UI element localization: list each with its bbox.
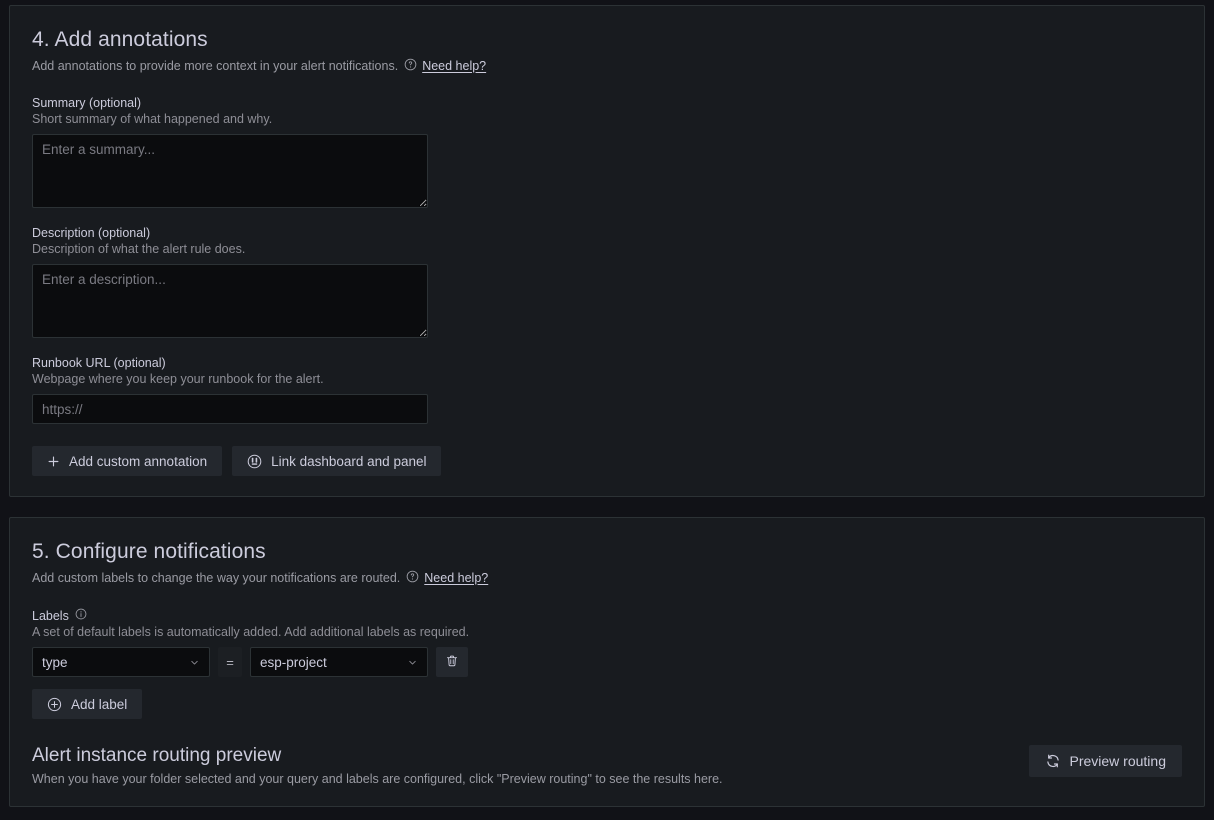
labels-title: Labels bbox=[32, 608, 69, 623]
add-label-label: Add label bbox=[71, 696, 128, 712]
add-label-button[interactable]: Add label bbox=[32, 689, 143, 719]
runbook-url-description: Webpage where you keep your runbook for … bbox=[32, 372, 324, 386]
add-annotations-panel: 4. Add annotations Add annotations to pr… bbox=[9, 5, 1205, 497]
preview-routing-button[interactable]: Preview routing bbox=[1028, 745, 1182, 777]
annotations-need-help-label: Need help? bbox=[422, 59, 487, 73]
routing-preview-description: When you have your folder selected and y… bbox=[32, 772, 723, 786]
label-value-value: esp-project bbox=[260, 654, 327, 670]
question-circle-icon bbox=[404, 58, 417, 74]
alert-rule-form-page: 4. Add annotations Add annotations to pr… bbox=[0, 0, 1214, 820]
add-custom-annotation-label: Add custom annotation bbox=[69, 453, 208, 469]
annotations-section-subtitle: Add annotations to provide more context … bbox=[32, 58, 1182, 74]
add-custom-annotation-button[interactable]: Add custom annotation bbox=[32, 446, 223, 476]
description-field-block: Description (optional) Description of wh… bbox=[32, 226, 1182, 338]
delete-label-button[interactable] bbox=[436, 647, 468, 677]
runbook-url-field-block: Runbook URL (optional) Webpage where you… bbox=[32, 356, 1182, 424]
trash-icon bbox=[445, 654, 459, 671]
notifications-need-help-link[interactable]: Need help? bbox=[406, 570, 488, 586]
configure-notifications-panel: 5. Configure notifications Add custom la… bbox=[9, 517, 1205, 807]
plus-icon bbox=[47, 455, 60, 468]
runbook-url-input[interactable] bbox=[32, 394, 428, 424]
annotations-need-help-link[interactable]: Need help? bbox=[404, 58, 486, 74]
runbook-url-label: Runbook URL (optional) bbox=[32, 356, 166, 370]
notifications-subtitle-text: Add custom labels to change the way your… bbox=[32, 571, 401, 585]
label-row: type = esp-project bbox=[32, 647, 1182, 677]
notifications-section-subtitle: Add custom labels to change the way your… bbox=[32, 570, 1182, 586]
info-circle-icon[interactable] bbox=[75, 608, 87, 623]
annotations-button-row: Add custom annotation Link dashboard and… bbox=[32, 446, 1182, 476]
link-dashboard-and-panel-label: Link dashboard and panel bbox=[271, 453, 427, 469]
routing-preview-header: Alert instance routing preview When you … bbox=[32, 745, 1182, 786]
apps-circle-icon bbox=[247, 454, 262, 469]
summary-field-block: Summary (optional) Short summary of what… bbox=[32, 96, 1182, 208]
label-value-select[interactable]: esp-project bbox=[250, 647, 428, 677]
summary-label: Summary (optional) bbox=[32, 96, 142, 110]
notifications-section-title: 5. Configure notifications bbox=[32, 540, 266, 563]
sync-icon bbox=[1045, 753, 1061, 769]
routing-preview-text-block: Alert instance routing preview When you … bbox=[32, 745, 723, 786]
link-dashboard-and-panel-button[interactable]: Link dashboard and panel bbox=[232, 446, 442, 476]
summary-description: Short summary of what happened and why. bbox=[32, 112, 273, 126]
label-key-select[interactable]: type bbox=[32, 647, 210, 677]
plus-circle-icon bbox=[47, 697, 62, 712]
annotations-subtitle-text: Add annotations to provide more context … bbox=[32, 59, 399, 73]
label-operator: = bbox=[218, 647, 242, 677]
question-circle-icon bbox=[406, 570, 419, 586]
preview-routing-label: Preview routing bbox=[1069, 753, 1167, 769]
chevron-down-icon bbox=[407, 657, 418, 668]
description-label: Description (optional) bbox=[32, 226, 151, 240]
summary-input[interactable] bbox=[32, 134, 428, 208]
annotations-section-title: 4. Add annotations bbox=[32, 28, 208, 51]
chevron-down-icon bbox=[189, 657, 200, 668]
description-input[interactable] bbox=[32, 264, 428, 338]
routing-preview-title: Alert instance routing preview bbox=[32, 745, 282, 766]
notifications-need-help-label: Need help? bbox=[424, 571, 489, 585]
description-description: Description of what the alert rule does. bbox=[32, 242, 246, 256]
labels-description: A set of default labels is automatically… bbox=[32, 625, 470, 639]
label-key-value: type bbox=[42, 654, 68, 670]
labels-title-row: Labels bbox=[32, 608, 1182, 623]
